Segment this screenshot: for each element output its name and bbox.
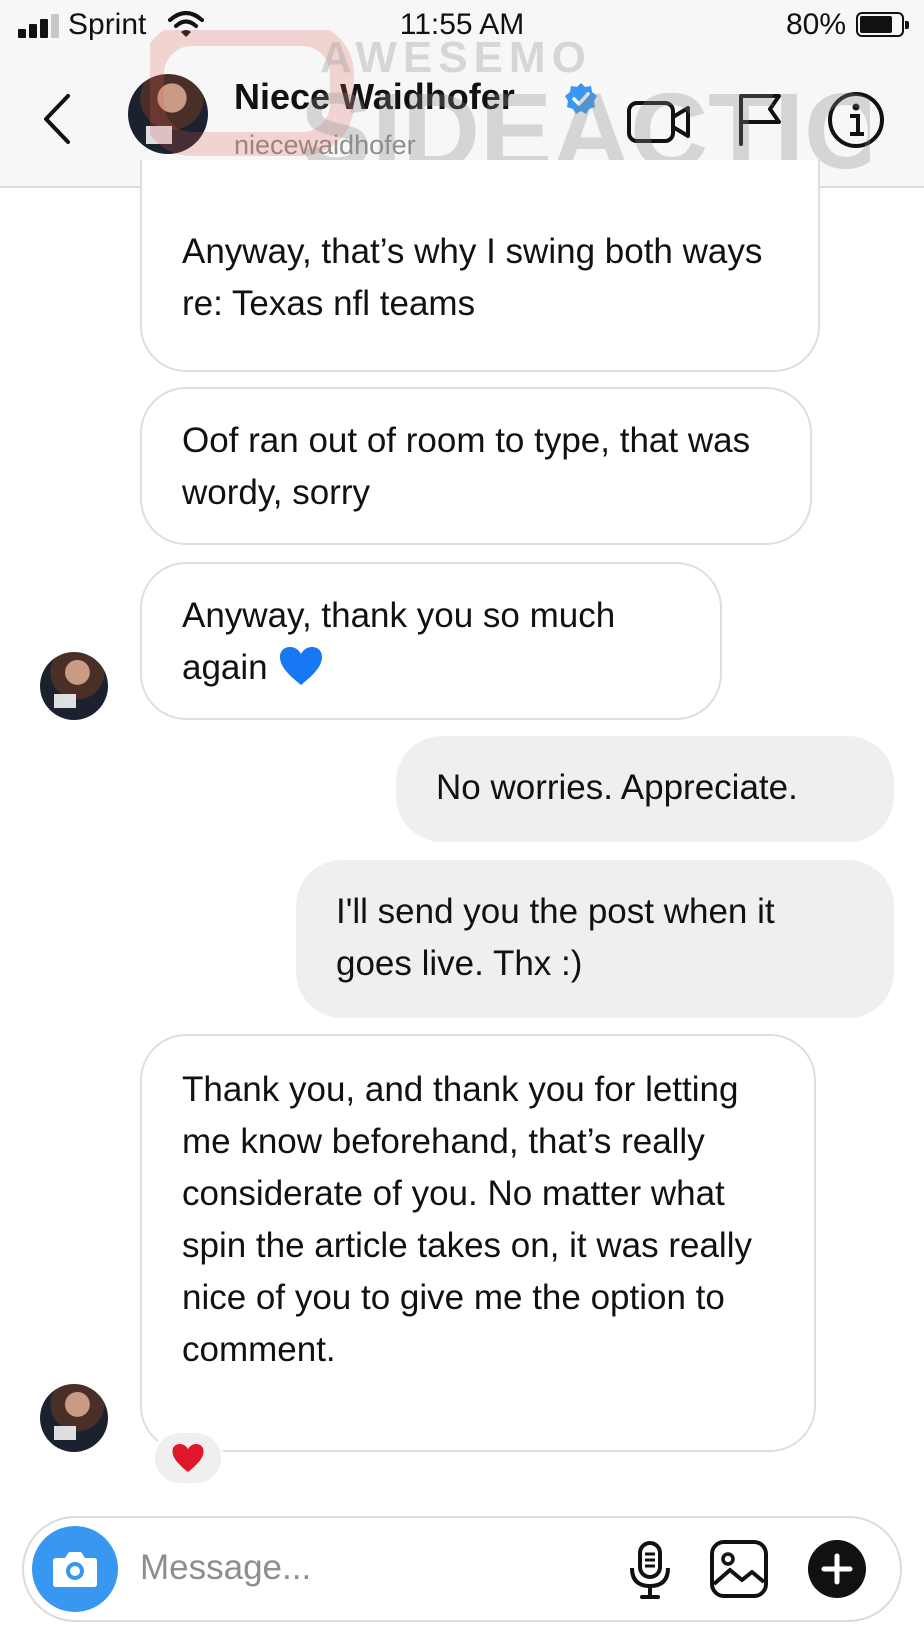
heart-reaction[interactable] <box>152 1430 224 1486</box>
chat-screen: Sprint 11:55 AM 80% Niece Waidhofer niec… <box>0 0 924 1643</box>
message-text: Thank you, and thank you for letting me … <box>182 1070 752 1369</box>
message-composer <box>22 1516 902 1622</box>
camera-icon <box>53 1552 97 1587</box>
red-heart-icon <box>172 1443 204 1473</box>
battery-icon <box>856 12 909 37</box>
camera-button[interactable] <box>32 1526 118 1612</box>
contact-avatar[interactable] <box>128 74 208 154</box>
contact-avatar-small[interactable] <box>40 652 108 720</box>
incoming-message-bubble[interactable]: Thank you, and thank you for letting me … <box>140 1034 816 1452</box>
microphone-icon[interactable] <box>628 1540 672 1600</box>
blue-heart-emoji-icon <box>279 647 322 685</box>
incoming-message-bubble[interactable]: Anyway, thank you so much again <box>140 562 722 720</box>
verified-badge-icon <box>565 83 597 114</box>
add-icon[interactable] <box>808 1540 866 1598</box>
gallery-icon[interactable] <box>708 1538 770 1600</box>
outgoing-message-bubble[interactable]: I'll send you the post when it goes live… <box>296 860 894 1018</box>
battery-percent: 80% <box>786 8 847 41</box>
status-bar: Sprint 11:55 AM 80% <box>0 0 924 50</box>
message-text: I'll send you the post when it goes live… <box>336 892 775 983</box>
message-text: No worries. Appreciate. <box>436 768 798 807</box>
contact-name[interactable]: Niece Waidhofer <box>234 76 515 118</box>
incoming-message-bubble[interactable]: Anyway, that’s why I swing both ways re:… <box>140 160 820 372</box>
info-icon[interactable] <box>826 90 886 150</box>
message-text: Anyway, thank you so much again <box>182 596 616 687</box>
report-flag-icon[interactable] <box>736 92 784 146</box>
contact-username[interactable]: niecewaidhofer <box>234 130 416 161</box>
video-call-icon[interactable] <box>626 100 692 144</box>
message-text: Oof ran out of room to type, that was wo… <box>182 421 751 512</box>
outgoing-message-bubble[interactable]: No worries. Appreciate. <box>396 736 894 842</box>
incoming-message-bubble[interactable]: Oof ran out of room to type, that was wo… <box>140 387 812 545</box>
message-input[interactable] <box>140 1542 580 1594</box>
contact-avatar-small[interactable] <box>40 1384 108 1452</box>
back-icon[interactable] <box>38 92 78 146</box>
message-text: Anyway, that’s why I swing both ways re:… <box>182 232 763 323</box>
